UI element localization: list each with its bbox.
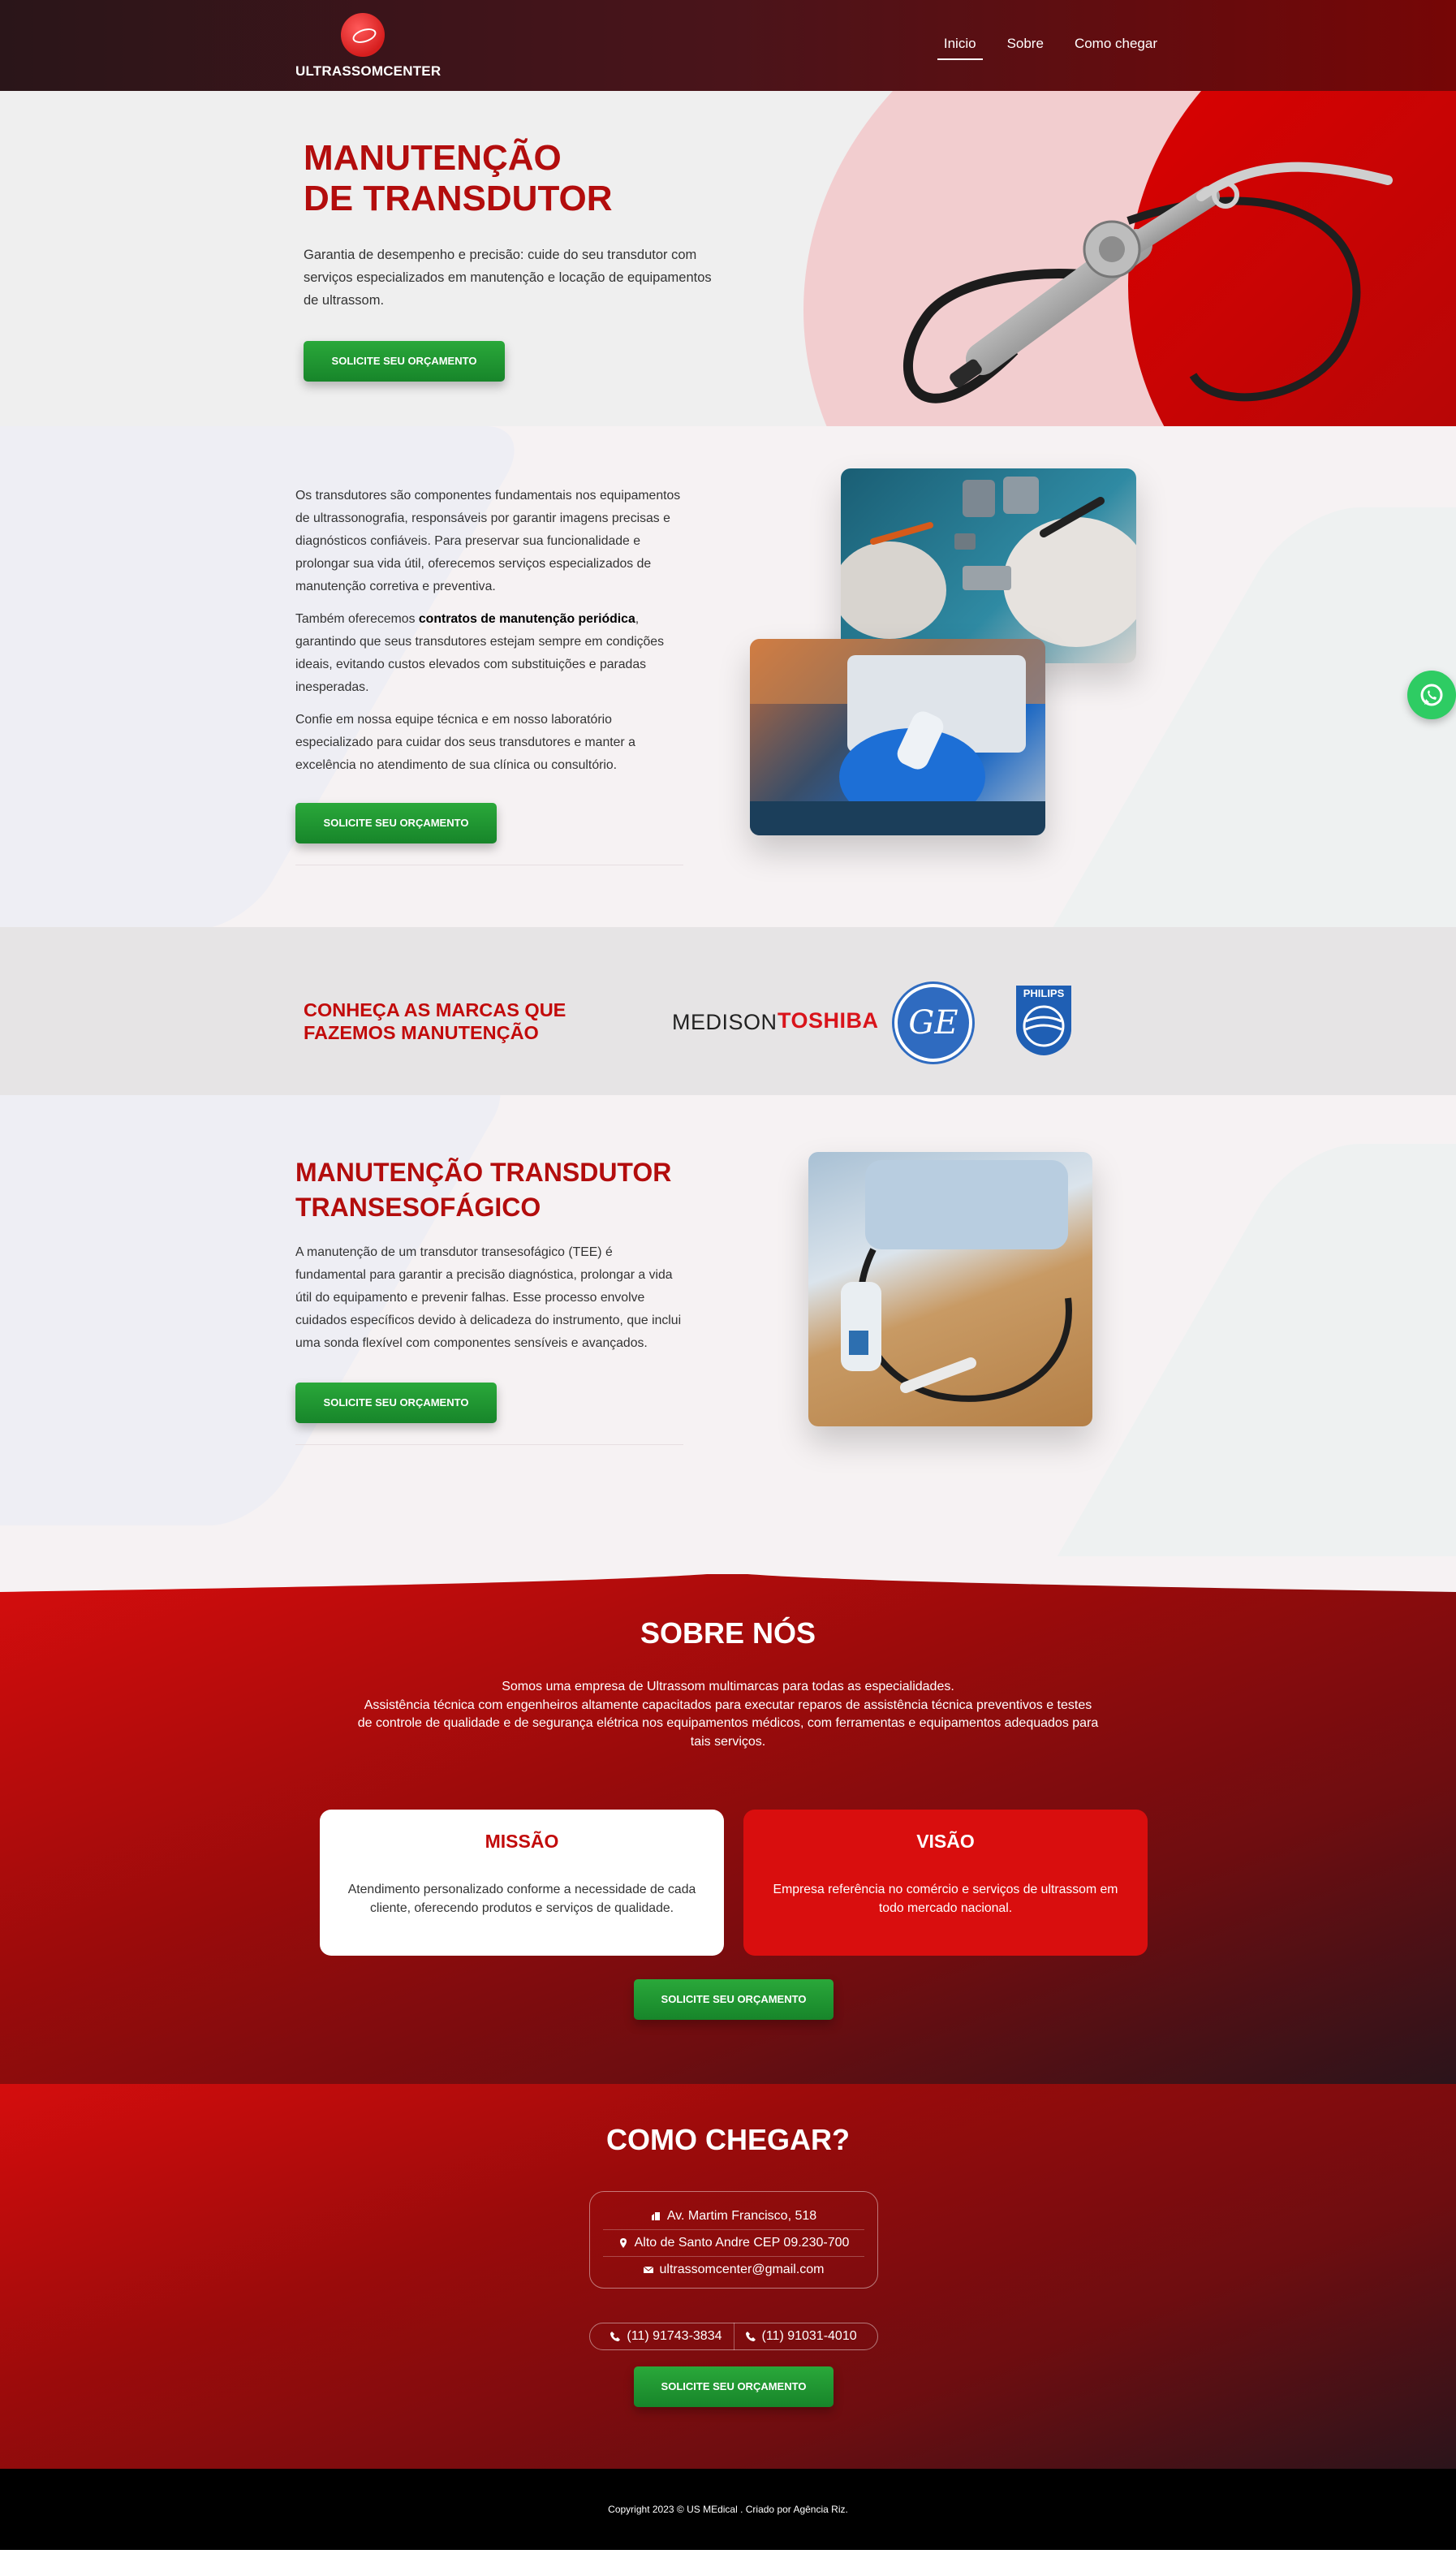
ge-logo-text: GE [908,1004,958,1042]
address-district: Alto de Santo Andre CEP 09.230-700 [634,2236,850,2250]
brand-name: ULTRASSOMCENTER [295,63,442,79]
intro-paragraph-2-start: Também oferecemos [295,612,419,626]
top-navbar: ULTRASSOMCENTER Inicio Sobre Como chegar [0,0,1456,91]
tee-content: MANUTENÇÃO TRANSDUTOR TRANSESOFÁGICO A m… [295,1155,683,1445]
intro-quote-button[interactable]: SOLICITE SEU ORÇAMENTO [295,803,497,843]
address-street: Av. Martim Francisco, 518 [666,2209,817,2223]
transducer-repair-photo [841,468,1136,663]
mission-card: MISSÃO Atendimento personalizado conform… [320,1810,724,1956]
email-line[interactable]: ultrassomcenter@gmail.com [590,2257,877,2283]
philips-logo-text: PHILIPS [1023,987,1065,999]
hero-description: Garantia de desempenho e precisão: cuide… [304,248,712,308]
contact-email: ultrassomcenter@gmail.com [659,2263,825,2276]
intro-paragraph-1: Os transdutores são componentes fundamen… [295,489,681,593]
tee-description: A manutenção de um transdutor transesofá… [295,1245,682,1350]
about-description-line-1: Somos uma empresa de Ultrassom multimarc… [502,1680,954,1693]
whatsapp-icon [1420,684,1443,706]
about-section: SOBRE NÓS Somos uma empresa de Ultrassom… [0,1556,1456,2084]
footer: Copyright 2023 © US MEdical . Criado por… [0,2469,1456,2550]
phone-1: (11) 91743-3834 [627,2329,722,2343]
brands-title: CONHEÇA AS MARCAS QUE FAZEMOS MANUTENÇÃO [304,999,566,1043]
address-box: Av. Martim Francisco, 518 Alto de Santo … [589,2191,878,2289]
brands-section: CONHEÇA AS MARCAS QUE FAZEMOS MANUTENÇÃO… [0,927,1456,1095]
intro-paragraph-2-bold: contratos de manutenção periódica [418,612,635,626]
about-description: Somos uma empresa de Ultrassom multimarc… [357,1678,1099,1751]
envelope-icon [643,2266,653,2273]
intro-paragraph-2: Também oferecemos contratos de manutençã… [295,608,687,699]
nav-link-sobre[interactable]: Sobre [1001,36,1050,60]
whatsapp-float-button[interactable] [1407,671,1456,719]
hero-content: MANUTENÇÃO DE TRANSDUTOR Garantia de des… [304,138,726,382]
footer-copyright: Copyright 2023 © US MEdical . Criado por… [608,2504,848,2515]
tee-title: MANUTENÇÃO TRANSDUTOR TRANSESOFÁGICO [295,1158,672,1222]
mission-title: MISSÃO [485,1831,559,1852]
medison-logo: MEDISON [672,1010,778,1034]
phone-icon [745,2332,756,2341]
intro-paragraph-3: Confie em nossa equipe técnica e em noss… [295,713,635,772]
location-title: COMO CHEGAR? [606,2123,850,2156]
mission-text: Atendimento personalizado conforme a nec… [347,1883,696,1915]
brand-logo-link[interactable]: ULTRASSOMCENTER [295,13,442,80]
building-icon [651,2212,660,2220]
address-line: Av. Martim Francisco, 518 [590,2203,877,2229]
hero-quote-button[interactable]: SOLICITE SEU ORÇAMENTO [304,341,505,382]
phone-box: (11) 91743-3834 (11) 91031-4010 [589,2323,878,2350]
philips-logo: PHILIPS [1016,986,1071,1055]
intro-section: Os transdutores são componentes fundamen… [0,426,1456,927]
vision-text: Empresa referência no comércio e serviço… [773,1883,1118,1915]
phone-icon [610,2332,621,2341]
about-top-curve [0,1556,1456,1592]
intro-content: Os transdutores são componentes fundamen… [295,485,687,865]
phone-1-link[interactable]: (11) 91743-3834 [610,2323,722,2349]
main-menu: Inicio Sobre Como chegar [937,36,1164,60]
ultrasound-probe-photo [750,639,1045,835]
location-section: COMO CHEGAR? Av. Martim Francisco, 518 A… [0,2084,1456,2469]
phone-2: (11) 91031-4010 [761,2329,857,2343]
hero-section: MANUTENÇÃO DE TRANSDUTOR Garantia de des… [0,91,1456,426]
nav-link-como-chegar[interactable]: Como chegar [1068,36,1164,60]
section-divider [295,1444,683,1445]
transesophageal-probe-image [903,162,1393,403]
vision-card: VISÃO Empresa referência no comércio e s… [743,1810,1148,1956]
tee-quote-button[interactable]: SOLICITE SEU ORÇAMENTO [295,1383,497,1423]
ge-logo: GE [894,984,972,1062]
about-title: SOBRE NÓS [640,1616,816,1650]
about-quote-button[interactable]: SOLICITE SEU ORÇAMENTO [634,1979,834,2020]
about-description-line-2: Assistência técnica com engenheiros alta… [357,1698,1099,1749]
vision-title: VISÃO [916,1831,975,1852]
brand-logo-icon [341,13,385,57]
phone-2-link[interactable]: (11) 91031-4010 [745,2323,857,2349]
tee-section: MANUTENÇÃO TRANSDUTOR TRANSESOFÁGICO A m… [0,1095,1456,1574]
location-quote-button[interactable]: SOLICITE SEU ORÇAMENTO [634,2366,834,2407]
toshiba-logo: TOSHIBA [778,1008,879,1033]
map-pin-icon [619,2238,627,2248]
district-line: Alto de Santo Andre CEP 09.230-700 [603,2229,864,2257]
hero-title: MANUTENÇÃO DE TRANSDUTOR [304,138,613,218]
nav-link-inicio[interactable]: Inicio [937,36,983,60]
tee-transducer-photo [808,1152,1092,1426]
